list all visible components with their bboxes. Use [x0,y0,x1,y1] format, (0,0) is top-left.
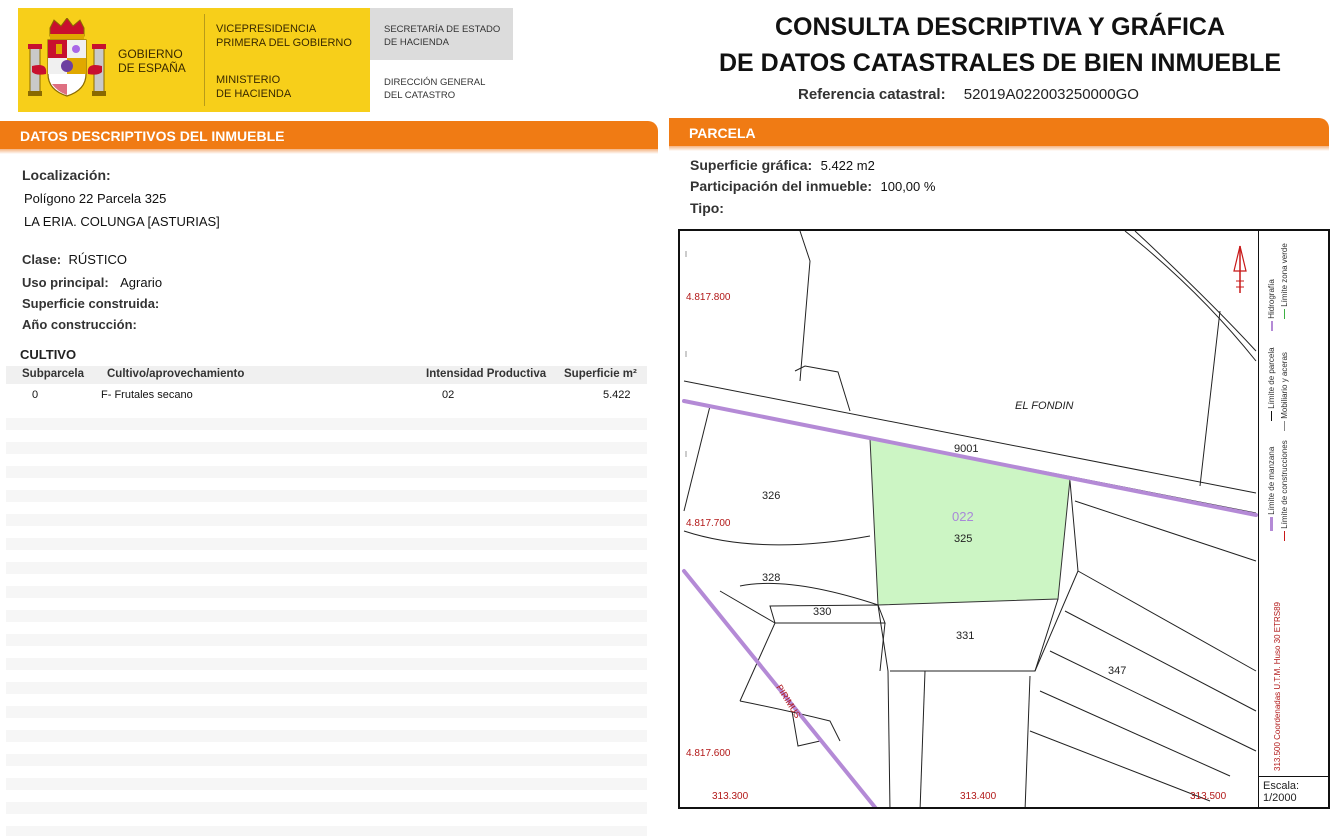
legend-grey-swatch-icon [1284,421,1286,431]
north-arrow-icon [1233,245,1247,293]
header-cultivo: Cultivo/aprovechamiento [107,368,245,380]
clase-row: Clase: RÚSTICO [22,251,127,269]
legend-limite-parcela: Límite de parcela [1267,347,1276,421]
map-legend: Límite de manzana Límite de parcela Hidr… [1258,231,1328,776]
table-row: 0 F- Frutales secano 02 5.422 [6,384,647,406]
cadastral-map[interactable]: 4.817.800 4.817.700 4.817.600 313.300 31… [678,229,1330,809]
coord-x-label: 313.400 [960,791,997,802]
logo-divider [204,14,205,106]
coord-y-label: 4.817.800 [686,292,731,303]
road-label: PIRIMUS [774,683,802,720]
legend-red-swatch-icon [1284,531,1286,541]
parcel-label: 347 [1108,665,1126,677]
uso-value: Agrario [120,275,163,290]
cultivo-table: Subparcela Cultivo/aprovechamiento Inten… [6,366,647,406]
coord-y-label: 4.817.700 [686,518,731,529]
tipo-label: Tipo: [690,200,724,216]
parcel-label: 331 [956,630,974,642]
legend-purple-swatch-icon [1270,517,1274,531]
legend-mobiliario: Mobiliario y aceras [1280,352,1289,431]
coord-x-label: 313.300 [712,791,749,802]
legend-limite-construcciones: Límite de construcciones [1280,440,1289,541]
coord-x-label: 313.500 [1190,791,1227,802]
coord-y-label: 4.817.600 [686,748,731,759]
vicepresidencia-text: VICEPRESIDENCIA PRIMERA DEL GOBIERNO [216,23,352,49]
parcel-label: 325 [954,533,972,545]
legend-hidro-swatch-icon [1270,321,1273,331]
superficie-grafica-value: 5.422 m2 [820,158,875,173]
legend-hidrografia: Hidrografía [1267,279,1276,331]
cell-subparcela: 0 [32,389,39,401]
parcel-label: 022 [952,509,974,524]
section-header-parcela: PARCELA [669,118,1329,151]
localizacion-line1: Polígono 22 Parcela 325 [24,191,167,206]
header-intensidad: Intensidad Productiva [426,368,547,380]
referencia-label: Referencia catastral: [798,86,946,103]
ministerio-text: MINISTERIO DE HACIENDA [216,74,292,100]
scale-value: 1/2000 [1263,792,1297,804]
legend-limite-manzana: Límite de manzana [1267,447,1276,531]
gobierno-text: GOBIERNO DE ESPAÑA [118,47,186,75]
legend-zona-verde: Límite zona verde [1280,243,1289,319]
superficie-grafica-row: Superficie gráfica: 5.422 m2 [690,157,875,175]
parcel-label: 9001 [954,443,978,455]
cell-superficie: 5.422 [603,389,631,401]
page-title: CONSULTA DESCRIPTIVA Y GRÁFICA DE DATOS … [718,13,1282,77]
parcel-label: 326 [762,490,780,502]
cell-intensidad: 02 [442,389,455,401]
localizacion-label: Localización: [22,167,111,183]
header-subparcela: Subparcela [22,368,84,380]
direccion-general-text: DIRECCIÓN GENERAL DEL CATASTRO [384,77,486,101]
superficie-grafica-label: Superficie gráfica: [690,157,813,173]
legend-black-swatch-icon [1271,411,1273,421]
participacion-row: Participación del inmueble: 100,00 % [690,178,935,196]
cell-cultivo: F- Frutales secano [101,389,193,401]
place-name-label: EL FONDIN [1015,400,1074,412]
section-header-datos-descriptivos: DATOS DESCRIPTIVOS DEL INMUEBLE [0,121,658,154]
parcel-label: 328 [762,572,780,584]
map-canvas: 4.817.800 4.817.700 4.817.600 313.300 31… [682,231,1258,807]
referencia-catastral: Referencia catastral: 52019A022003250000… [798,86,1139,103]
legend-green-swatch-icon [1284,309,1286,319]
cultivo-empty-rows [6,406,647,836]
participacion-label: Participación del inmueble: [690,178,873,194]
superficie-construida-label: Superficie construida: [22,296,160,311]
cultivo-table-header: Subparcela Cultivo/aprovechamiento Inten… [6,366,647,384]
referencia-value: 52019A022003250000GO [963,86,1139,103]
header-superficie: Superficie m² [564,368,637,380]
uso-label: Uso principal: [22,275,109,290]
scale-label: Escala: [1263,780,1300,792]
crs-note: 313.500 Coordenadas U.T.M. Huso 30 ETRS8… [1273,602,1282,771]
map-scale: Escala: 1/2000 [1258,776,1330,809]
participacion-value: 100,00 % [880,179,936,194]
coat-of-arms-icon [28,18,106,97]
anio-construccion-label: Año construcción: [22,317,137,332]
localizacion-line2: LA ERIA. COLUNGA [ASTURIAS] [24,214,220,229]
cultivo-title: CULTIVO [20,347,77,362]
clase-label: Clase: [22,252,62,267]
parcel-label: 330 [813,606,831,618]
clase-value: RÚSTICO [68,252,127,267]
secretaria-text: SECRETARÍA DE ESTADO DE HACIENDA [384,24,501,48]
uso-row: Uso principal: Agrario [22,274,162,292]
